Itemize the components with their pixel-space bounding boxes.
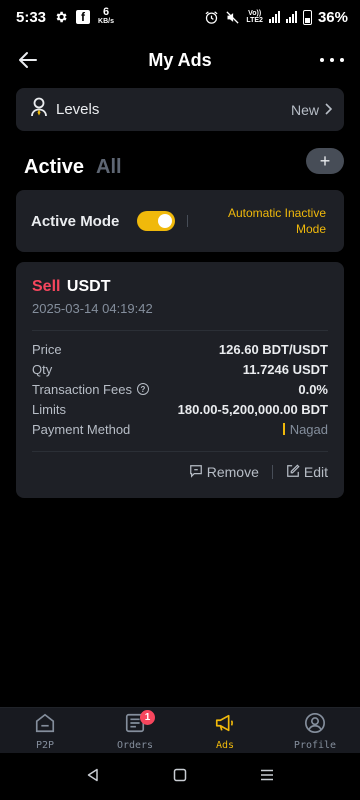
price-row: Price 126.60 BDT/USDT <box>32 339 328 359</box>
ad-asset: USDT <box>66 278 111 295</box>
profile-icon <box>304 712 326 739</box>
levels-row[interactable]: Levels New <box>16 88 344 131</box>
nav-p2p[interactable]: P2P <box>0 708 90 753</box>
battery-icon <box>302 9 312 25</box>
page-title: My Ads <box>148 49 212 70</box>
active-mode-toggle[interactable] <box>137 211 176 231</box>
active-mode-card: Active Mode Automatic Inactive Mode <box>16 190 344 252</box>
remove-icon <box>189 464 203 481</box>
price-label: Price <box>32 341 62 357</box>
megaphone-icon <box>214 712 236 739</box>
levels-label: Levels <box>56 101 100 118</box>
fees-row: Transaction Fees ? 0.0% <box>32 379 328 399</box>
back-triangle-icon[interactable] <box>86 768 100 787</box>
gear-icon <box>54 10 68 24</box>
payment-method-value: Nagad <box>289 421 328 437</box>
app-header: My Ads <box>0 40 360 80</box>
battery-percent: 36% <box>317 8 348 26</box>
recents-icon[interactable] <box>260 768 274 787</box>
ad-side: Sell <box>32 278 61 295</box>
qty-row: Qty 11.7246 USDT <box>32 359 328 379</box>
fees-value: 0.0% <box>298 381 328 397</box>
payment-method-row: Payment Method Nagad <box>32 419 328 439</box>
active-mode-label: Active Mode <box>31 212 120 230</box>
question-icon[interactable]: ? <box>136 383 149 395</box>
more-options-icon[interactable] <box>320 50 344 70</box>
limits-row: Limits 180.00-5,200,000.00 BDT <box>32 399 328 419</box>
orders-badge: 1 <box>140 710 155 725</box>
ad-title: Sell USDT <box>32 278 328 296</box>
payment-color-bar <box>282 423 285 435</box>
status-time: 5:33 <box>16 8 47 26</box>
ad-date: 2025-03-14 04:19:42 <box>32 301 153 316</box>
nav-p2p-label: P2P <box>35 740 55 751</box>
limits-value: 180.00-5,200,000.00 BDT <box>177 401 328 417</box>
home-icon <box>34 712 56 739</box>
divider <box>32 330 328 331</box>
edit-icon <box>286 463 300 481</box>
tab-active[interactable]: Active <box>24 156 84 179</box>
person-level-icon <box>30 97 48 122</box>
network-speed: 6 KB/s <box>98 6 114 26</box>
system-nav-bar <box>0 754 360 800</box>
qty-value: 11.7246 USDT <box>242 361 328 377</box>
edit-label: Edit <box>303 464 328 480</box>
nav-profile[interactable]: Profile <box>270 708 360 753</box>
add-ad-button[interactable]: + <box>306 148 344 174</box>
limits-label: Limits <box>32 401 66 417</box>
chevron-right-icon <box>324 102 333 118</box>
nav-ads-label: Ads <box>215 740 235 751</box>
ad-actions: Remove Edit <box>32 452 328 492</box>
signal-icon-2 <box>285 11 297 23</box>
volte-indicator: Vo)) LTE2 <box>246 10 263 24</box>
nav-orders-label: Orders <box>116 740 154 751</box>
divider <box>271 465 273 479</box>
divider <box>187 215 189 227</box>
automatic-inactive-mode-link[interactable]: Automatic Inactive Mode <box>214 205 326 237</box>
alarm-icon <box>204 10 219 25</box>
facebook-icon: f <box>76 10 91 24</box>
ad-tabs: Active All <box>24 156 122 179</box>
bottom-nav: P2P 1 Orders Ads Profile <box>0 707 360 753</box>
signal-icon <box>268 11 280 23</box>
tab-all[interactable]: All <box>96 156 122 179</box>
levels-value: New <box>290 101 319 118</box>
home-square-icon[interactable] <box>173 768 187 787</box>
back-arrow-icon[interactable] <box>16 48 40 72</box>
fees-label: Transaction Fees <box>32 381 132 397</box>
remove-label: Remove <box>206 464 259 480</box>
payment-method-label: Payment Method <box>32 421 131 437</box>
mute-icon <box>225 10 240 25</box>
nav-profile-label: Profile <box>293 740 337 751</box>
edit-button[interactable]: Edit <box>286 463 328 481</box>
ad-card: Sell USDT 2025-03-14 04:19:42 Price 126.… <box>16 262 344 498</box>
remove-button[interactable]: Remove <box>189 464 259 481</box>
price-value: 126.60 BDT/USDT <box>218 341 328 357</box>
nav-ads[interactable]: Ads <box>180 708 270 753</box>
status-bar: 5:33 f 6 KB/s Vo)) LTE2 36% <box>0 0 360 34</box>
nav-orders[interactable]: 1 Orders <box>90 708 180 753</box>
qty-label: Qty <box>32 361 53 377</box>
